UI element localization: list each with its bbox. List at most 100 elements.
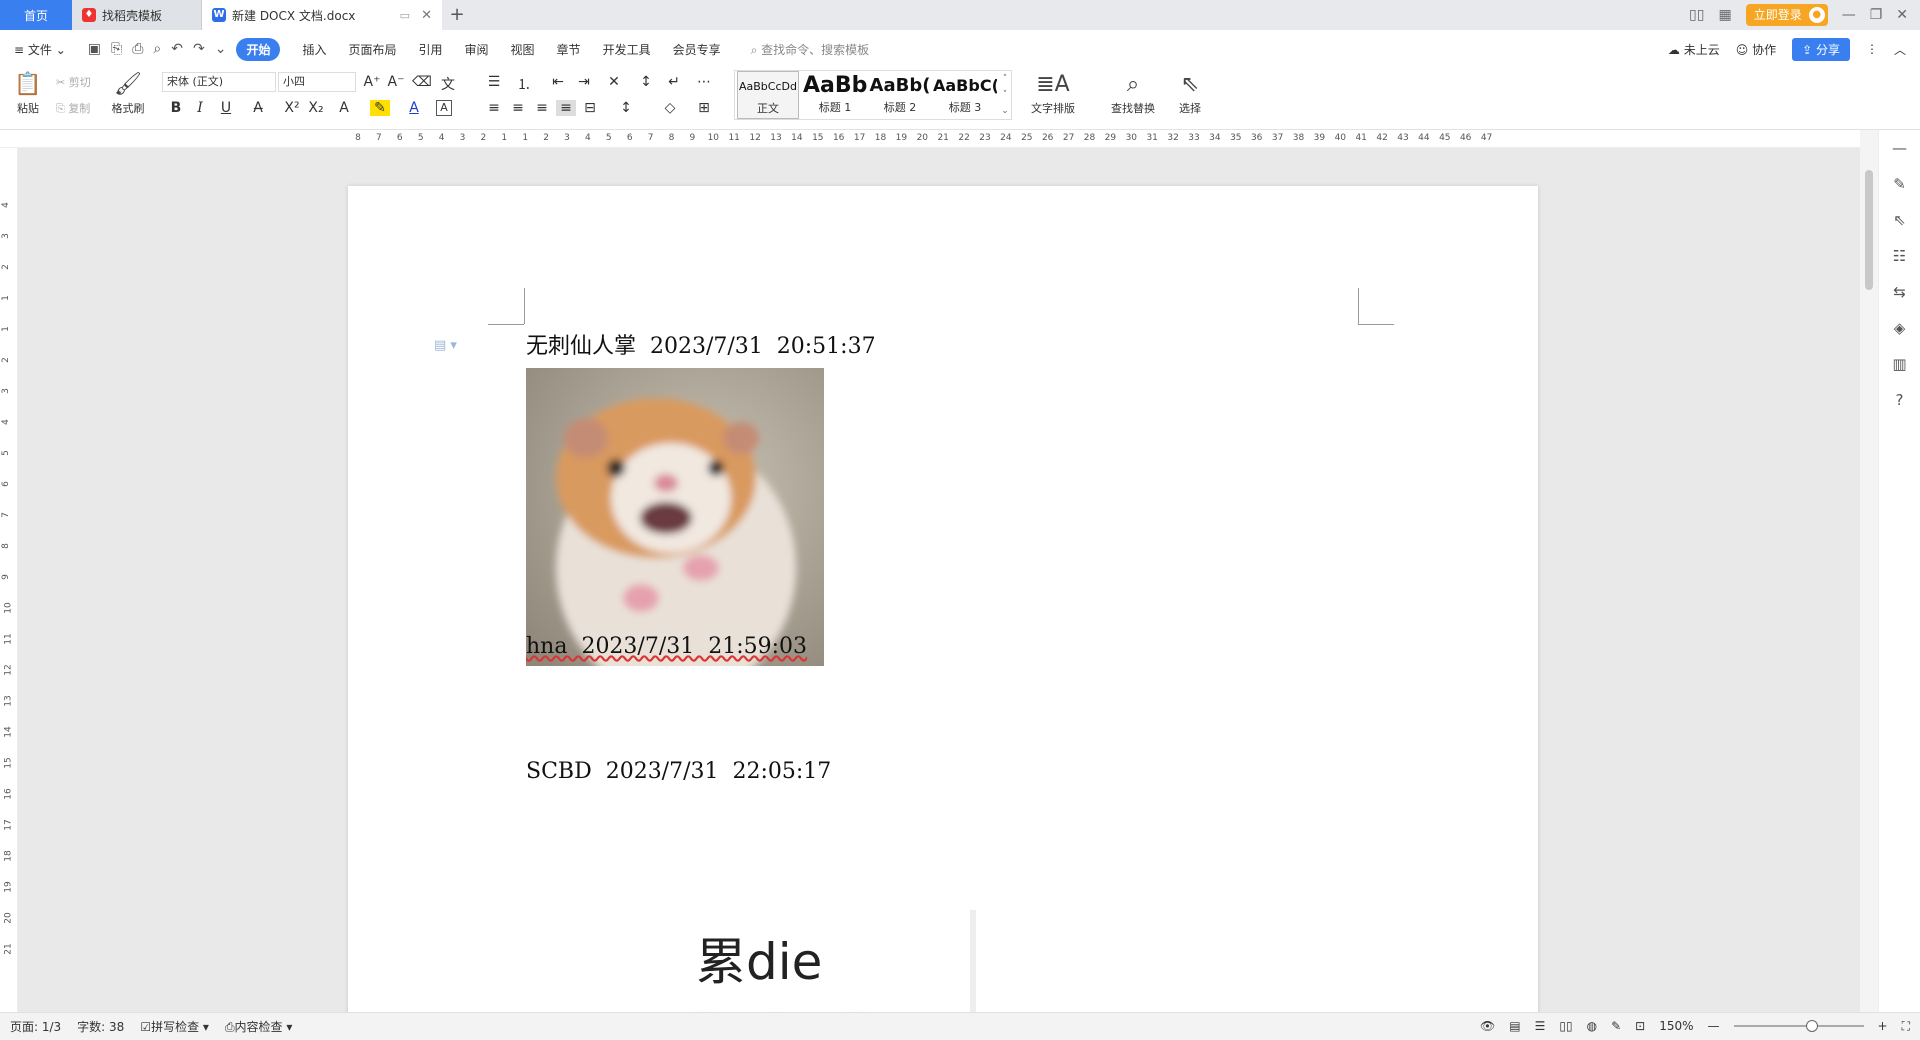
outline-view-icon[interactable]: ☰ [1535,1019,1546,1033]
align-right-icon[interactable]: ≡ [532,100,552,116]
align-left-icon[interactable]: ≡ [484,100,504,116]
login-button[interactable]: 立即登录 ● [1745,4,1828,26]
bullet-list-icon[interactable]: ☰ [484,74,504,90]
web-view-icon[interactable]: ◍ [1587,1019,1597,1033]
phonetic-icon[interactable]: 文 [438,74,458,94]
sort-icon[interactable]: ↕ [636,74,656,90]
text-effect-icon[interactable]: A [334,100,354,116]
tab-insert[interactable]: 插入 [302,41,326,58]
justify-icon[interactable]: ≡ [556,100,576,116]
help-icon[interactable]: ? [1879,382,1920,418]
paragraph-handle-icon[interactable]: ▤ ▾ [434,338,457,353]
reading-view-icon[interactable]: ▯▯ [1559,1019,1572,1033]
content-check-toggle[interactable]: ⎙内容检查 ▾ [225,1018,292,1035]
font-color-icon[interactable]: A [404,100,424,116]
settings-slider-icon[interactable]: ☷ [1879,238,1920,274]
document-page[interactable]: ▤ ▾ 无刺仙人掌 2023/7/31 20:51:37 hna 2023/7/… [348,186,1538,1012]
increase-indent-icon[interactable]: ⇥ [574,74,594,90]
distribute-icon[interactable]: ⊟ [580,100,600,116]
find-replace-button[interactable]: ⌕ 查找替换 [1104,70,1162,116]
fullscreen-icon[interactable]: ⛶ [1902,1019,1910,1034]
font-size-select[interactable]: 小四 [278,72,356,92]
borders-icon[interactable]: ⊞ [694,100,714,116]
copy-button[interactable]: ⎘ 复制 [56,100,90,116]
tab-document[interactable]: W 新建 DOCX 文档.docx ▭ ✕ [202,0,442,30]
layout-icon[interactable]: ▯▯ [1689,7,1704,23]
print-icon[interactable]: ⎙ [132,41,143,57]
pin-icon[interactable]: ▭ [400,9,410,22]
entry-3[interactable]: SCBD 2023/7/31 22:05:17 [526,759,831,784]
export-icon[interactable]: ⎘ [111,41,122,57]
clear-format-icon[interactable]: ⌫ [412,74,432,90]
undo-icon[interactable]: ↶ [171,41,183,57]
underline-icon[interactable]: U [216,100,236,116]
grow-font-icon[interactable]: A⁺ [362,74,382,90]
font-name-select[interactable]: 宋体 (正文) [162,72,276,92]
italic-icon[interactable]: I [190,100,210,116]
style-normal[interactable]: AaBbCcDd 正文 [737,71,799,119]
highlight-icon[interactable]: ✎ [370,100,390,116]
apps-grid-icon[interactable]: ▦ [1718,7,1731,23]
pen-icon[interactable]: ✎ [1879,166,1920,202]
zoom-out-icon[interactable]: — [1708,1019,1720,1033]
tab-developer[interactable]: 开发工具 [603,41,651,58]
cut-button[interactable]: ✂ 剪切 [56,74,91,90]
collapse-ribbon-icon[interactable]: ︿ [1894,41,1906,58]
format-painter-button[interactable]: 🖌 格式刷 [108,70,148,116]
entry-1[interactable]: 无刺仙人掌 2023/7/31 20:51:37 [526,328,876,360]
chinese-layout-icon[interactable]: ✕ [604,74,624,90]
collab-button[interactable]: ☺ 协作 [1736,41,1776,58]
eye-protection-icon[interactable]: 👁 [1480,1019,1495,1033]
style-heading-2[interactable]: AaBb(标题 2 [869,71,931,119]
vertical-ruler[interactable]: 4 3 2 1 1 2 3 4 5 6 7 8 9 10 11 12 13 14 15 16 17 18 19 20 21 [0,148,18,1012]
line-spacing-icon[interactable]: ↕ [616,100,636,116]
zoom-slider-knob[interactable] [1805,1020,1818,1032]
show-marks-icon[interactable]: ↵ [664,74,684,90]
cloud-status[interactable]: ☁ 未上云 [1668,41,1720,58]
share-button[interactable]: ⇪ 分享 [1792,37,1850,61]
close-window-icon[interactable]: ✕ [1896,7,1908,23]
cursor-select-icon[interactable]: ⇖ [1879,202,1920,238]
zoom-slider[interactable] [1733,1020,1864,1032]
subscript-icon[interactable]: X₂ [306,100,326,116]
print-preview-icon[interactable]: ⌕ [153,41,161,57]
style-heading-3[interactable]: AaBbC(标题 3 [933,71,997,119]
redo-icon[interactable]: ↷ [193,41,205,57]
hamster-image[interactable] [526,368,824,666]
meme-image[interactable]: 累die [526,910,976,1012]
fit-page-icon[interactable]: ⊡ [1635,1019,1645,1033]
sidebar-collapse-icon[interactable]: — [1879,130,1920,166]
char-border-icon[interactable]: A [436,100,452,116]
page-count[interactable]: 页面: 1/3 [10,1018,61,1035]
zoom-select[interactable]: 150% [1659,1019,1693,1033]
tab-view[interactable]: 视图 [511,41,535,58]
entry-2[interactable]: hna 2023/7/31 21:59:03 [526,634,807,659]
page-view-icon[interactable]: ▤ [1509,1019,1520,1033]
zoom-in-icon[interactable]: + [1878,1019,1888,1033]
save-icon[interactable]: ▣ [88,41,101,57]
tab-references[interactable]: 引用 [419,41,443,58]
spellcheck-toggle[interactable]: ☑拼写检查 ▾ [140,1018,209,1035]
table-border-icon[interactable]: ⋯ [694,74,714,90]
horizontal-ruler[interactable]: 8 7 6 5 4 3 2 1 1 2 3 4 5 6 7 8 9 10 11 12 13 14 15 16 17 18 19 20 2… [0,130,1860,148]
tab-review[interactable]: 审阅 [465,41,489,58]
location-icon[interactable]: ◈ [1879,310,1920,346]
translate-icon[interactable]: ⇆ [1879,274,1920,310]
command-search[interactable]: ⌕ 查找命令、搜索模板 [751,41,870,58]
tab-member[interactable]: 会员专享 [673,41,721,58]
restore-icon[interactable]: ❐ [1870,7,1883,23]
tab-template[interactable]: ♦ 找稻壳模板 [72,0,202,30]
text-layout-button[interactable]: ≣A 文字排版 [1024,70,1082,116]
align-center-icon[interactable]: ≡ [508,100,528,116]
styles-scroll[interactable]: ˄ ˅ ⌄ [999,71,1011,119]
write-mode-icon[interactable]: ✎ [1611,1019,1621,1033]
tab-section[interactable]: 章节 [557,41,581,58]
shrink-font-icon[interactable]: A⁻ [386,74,406,90]
tab-home[interactable]: 首页 [0,0,72,30]
bold-icon[interactable]: B [166,100,186,116]
shading-icon[interactable]: ◇ [660,100,680,116]
scroll-thumb[interactable] [1865,170,1873,290]
close-tab-icon[interactable]: ✕ [421,8,432,23]
minimize-icon[interactable]: — [1842,7,1856,23]
file-menu[interactable]: ≡ 文件 ⌄ [14,41,66,58]
